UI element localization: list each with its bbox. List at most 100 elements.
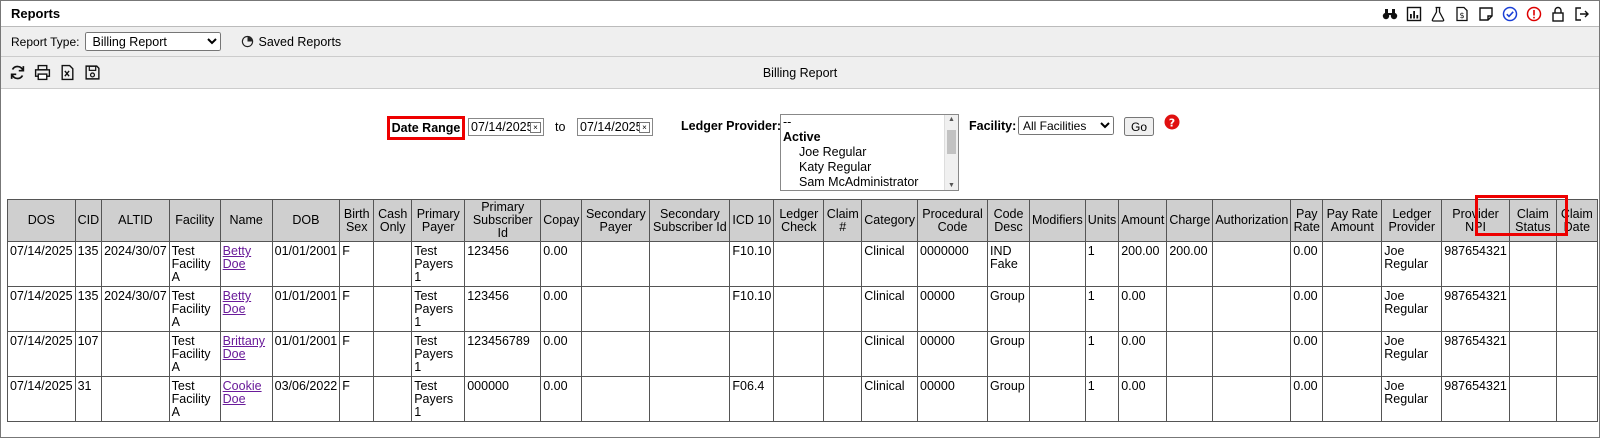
table-cell: 0.00 <box>1290 331 1324 377</box>
table-cell <box>1322 331 1383 377</box>
column-header[interactable]: Secondary Subscriber Id <box>649 199 731 242</box>
column-header[interactable]: Provider NPI <box>1441 199 1510 242</box>
logout-icon[interactable] <box>1573 5 1591 23</box>
date-to-input[interactable]: 07/14/2025 × <box>577 118 653 136</box>
table-cell: 03/06/2022 <box>271 376 341 422</box>
refresh-icon[interactable] <box>9 64 26 81</box>
column-header[interactable]: Units <box>1084 199 1120 242</box>
column-header[interactable]: DOB <box>271 199 341 242</box>
check-circle-icon[interactable] <box>1501 5 1519 23</box>
table-cell <box>823 286 863 332</box>
table-cell: F <box>339 286 375 332</box>
go-button[interactable]: Go <box>1124 117 1154 136</box>
document-dollar-icon[interactable]: $ <box>1453 5 1471 23</box>
column-header[interactable]: ALTID <box>101 199 170 242</box>
table-cell: F <box>339 331 375 377</box>
clock-pie-icon <box>242 35 254 48</box>
column-header[interactable]: Ledger Provider <box>1381 199 1443 242</box>
table-cell <box>581 286 651 332</box>
table-row: 07/14/2025 135 2024/30/07 Test Facility A Be… <box>7 241 1598 287</box>
table-cell: 135 <box>74 286 103 332</box>
column-header[interactable]: Amount <box>1118 199 1168 242</box>
column-header[interactable]: Code Desc <box>987 199 1031 242</box>
table-cell <box>1322 286 1383 332</box>
table-cell <box>649 286 731 332</box>
column-header[interactable]: Ledger Check <box>773 199 825 242</box>
patient-name-link[interactable]: Betty Doe <box>223 244 252 271</box>
table-cell <box>823 241 863 287</box>
column-header[interactable]: Pay Rate <box>1290 199 1324 242</box>
ledger-option[interactable]: Sam McAdministrator <box>781 175 958 190</box>
info-alert-icon[interactable] <box>1525 5 1543 23</box>
report-type-select[interactable]: Billing Report <box>85 32 222 51</box>
clear-date-icon[interactable]: × <box>639 121 650 133</box>
ledger-option[interactable]: Joe Regular <box>781 145 958 160</box>
patient-name-link[interactable]: Brittany Doe <box>223 334 265 361</box>
column-header[interactable]: Modifiers <box>1029 199 1086 242</box>
lock-icon[interactable] <box>1549 5 1567 23</box>
table-cell <box>1166 376 1214 422</box>
column-header[interactable]: Secondary Payer <box>581 199 651 242</box>
column-header[interactable]: Pay Rate Amount <box>1322 199 1383 242</box>
column-header[interactable]: Claim Date <box>1555 199 1598 242</box>
saved-reports-link[interactable]: Saved Reports <box>241 35 341 49</box>
table-cell: 0.00 <box>540 376 583 422</box>
column-header[interactable]: DOS <box>7 199 76 242</box>
patient-name-link[interactable]: Betty Doe <box>223 289 252 316</box>
table-cell: 00000 <box>917 376 989 422</box>
column-header[interactable]: Procedural Code <box>917 199 989 242</box>
table-cell <box>773 331 825 377</box>
table-cell: 000000 <box>464 376 542 422</box>
clear-date-icon[interactable]: × <box>530 121 541 133</box>
print-icon[interactable] <box>34 64 51 81</box>
table-cell <box>1029 331 1086 377</box>
table-cell: 0.00 <box>540 286 583 332</box>
help-icon[interactable]: ? <box>1164 114 1180 130</box>
save-icon[interactable] <box>84 64 101 81</box>
table-cell <box>1029 286 1086 332</box>
column-header[interactable]: Charge <box>1166 199 1214 242</box>
column-header[interactable]: Facility <box>168 199 221 242</box>
ledger-provider-listbox[interactable]: -- Active Joe Regular Katy Regular Sam M… <box>780 114 959 191</box>
ledger-option[interactable]: -- <box>781 115 958 130</box>
table-cell: F <box>339 376 375 422</box>
ledger-scrollbar[interactable]: ▲ ▼ <box>944 115 958 190</box>
table-row: 07/14/2025 107 Test Facility A Brittany Doe… <box>7 331 1598 377</box>
report-type-label: Report Type: <box>11 34 80 49</box>
table-cell: 123456789 <box>464 331 542 377</box>
column-header[interactable]: Primary Subscriber Id <box>464 199 542 242</box>
column-header[interactable]: Cash Only <box>373 199 413 242</box>
column-header[interactable]: CID <box>74 199 103 242</box>
table-cell: 0.00 <box>1118 331 1168 377</box>
report-type-bar: Report Type: Billing Report Saved Report… <box>1 27 1599 57</box>
column-header[interactable]: Claim Status <box>1508 199 1557 242</box>
column-header[interactable]: Primary Payer <box>411 199 466 242</box>
facility-select[interactable]: All Facilities <box>1018 116 1114 135</box>
note-icon[interactable] <box>1477 5 1495 23</box>
table-cell <box>101 376 170 422</box>
table-cell: 0.00 <box>1118 376 1168 422</box>
column-header[interactable]: Copay <box>540 199 583 242</box>
table-cell <box>1029 376 1086 422</box>
bar-chart-icon[interactable] <box>1405 5 1423 23</box>
table-cell <box>581 376 651 422</box>
table-cell: Betty Doe <box>219 286 273 332</box>
flask-icon[interactable] <box>1429 5 1447 23</box>
column-header[interactable]: Authorization <box>1212 199 1292 242</box>
column-header[interactable]: Claim # <box>823 199 863 242</box>
table-cell: Test Payers 1 <box>411 376 466 422</box>
excel-export-icon[interactable] <box>59 64 76 81</box>
ledger-option[interactable]: Katy Regular <box>781 160 958 175</box>
date-from-input[interactable]: 07/14/2025 × <box>468 118 544 136</box>
column-header[interactable]: Name <box>219 199 273 242</box>
table-cell <box>1212 241 1292 287</box>
patient-name-link[interactable]: Cookie Doe <box>223 379 262 406</box>
saved-reports-label: Saved Reports <box>258 34 342 49</box>
column-header[interactable]: Category <box>861 199 919 242</box>
table-cell: 200.00 <box>1118 241 1168 287</box>
column-header[interactable]: Birth Sex <box>339 199 375 242</box>
binoculars-icon[interactable] <box>1381 5 1399 23</box>
table-cell: 0.00 <box>1290 241 1324 287</box>
column-header[interactable]: ICD 10 <box>729 199 775 242</box>
table-cell: 0000000 <box>917 241 989 287</box>
